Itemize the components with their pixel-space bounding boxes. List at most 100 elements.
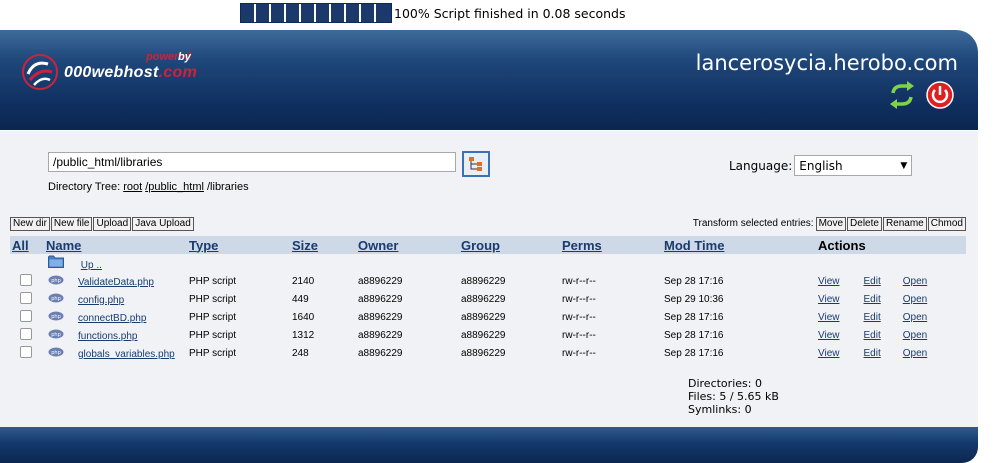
move-button[interactable]: Move — [815, 217, 847, 231]
progress-bar — [240, 3, 392, 23]
view-link[interactable]: View — [818, 294, 840, 305]
progress-text: 100% Script finished in 0.08 seconds — [394, 5, 626, 21]
new-file-button[interactable]: New file — [50, 217, 93, 231]
edit-link[interactable]: Edit — [864, 312, 881, 323]
power-icon[interactable] — [926, 81, 954, 109]
progress-block — [241, 4, 256, 22]
summary-files: Files: 5 / 5.65 kB — [688, 390, 779, 403]
row-checkbox[interactable] — [20, 327, 32, 340]
file-name-link[interactable]: connectBD.php — [78, 313, 146, 324]
logo-brand-suffix: .com — [158, 64, 198, 81]
file-type: PHP script — [189, 275, 237, 287]
language-label: Language: — [729, 158, 793, 173]
file-table: All Name Type Size Owner Group Perms Mod… — [10, 236, 966, 362]
path-input[interactable] — [48, 152, 456, 172]
open-link[interactable]: Open — [903, 348, 927, 359]
progress-block — [256, 4, 271, 22]
row-checkbox[interactable] — [20, 345, 32, 358]
header-name[interactable]: Name — [46, 238, 81, 253]
host-title: lancerosycia.herobo.com — [695, 51, 958, 75]
crumb-libraries: /libraries — [207, 181, 249, 193]
header-group[interactable]: Group — [461, 238, 500, 253]
edit-link[interactable]: Edit — [864, 294, 881, 305]
progress-indicator: 100% Script finished in 0.08 seconds — [240, 3, 626, 23]
file-type: PHP script — [189, 293, 237, 305]
logo-swirl-icon — [22, 54, 58, 90]
edit-link[interactable]: Edit — [864, 330, 881, 341]
progress-block — [286, 4, 301, 22]
language-select[interactable]: English ▼ — [794, 155, 913, 176]
file-name-link[interactable]: functions.php — [78, 331, 138, 342]
progress-block — [331, 4, 346, 22]
file-manager-panel: Directory Tree: root /public_html /libra… — [0, 131, 978, 427]
progress-block — [376, 4, 391, 22]
file-owner: a8896229 — [358, 329, 403, 341]
logo[interactable]: powered by 000webhost.com — [20, 51, 230, 92]
logo-brand-main: 000webhost — [64, 64, 159, 81]
dropdown-arrow-icon: ▼ — [900, 160, 908, 171]
directory-tree-button[interactable] — [462, 151, 490, 177]
file-size: 449 — [292, 293, 309, 305]
file-perms: rw-r--r-- — [562, 275, 596, 287]
file-size: 1312 — [292, 329, 315, 341]
new-dir-button[interactable]: New dir — [10, 217, 50, 231]
toolbar: New dir New file Upload Java Upload Transfo… — [10, 217, 966, 233]
svg-text:php: php — [51, 350, 61, 356]
header-type[interactable]: Type — [189, 238, 218, 253]
svg-text:php: php — [51, 278, 61, 284]
crumb-root[interactable]: root — [123, 181, 142, 193]
java-upload-button[interactable]: Java Upload — [132, 217, 194, 231]
rename-button[interactable]: Rename — [882, 217, 927, 231]
view-link[interactable]: View — [818, 330, 840, 341]
open-link[interactable]: Open — [903, 276, 927, 287]
refresh-icon[interactable] — [888, 81, 916, 109]
php-file-icon: php — [48, 329, 64, 338]
logo-by-text: by — [178, 51, 191, 63]
upload-button[interactable]: Upload — [93, 217, 132, 231]
file-owner: a8896229 — [358, 311, 403, 323]
file-name-link[interactable]: globals_variables.php — [78, 349, 175, 360]
progress-block — [316, 4, 331, 22]
open-link[interactable]: Open — [903, 330, 927, 341]
open-link[interactable]: Open — [903, 294, 927, 305]
row-checkbox[interactable] — [20, 309, 32, 322]
file-size: 2140 — [292, 275, 315, 287]
row-checkbox[interactable] — [20, 273, 32, 286]
file-mod-time: Sep 28 17:16 — [664, 311, 724, 323]
summary-symlinks: Symlinks: 0 — [688, 403, 752, 416]
header-size[interactable]: Size — [292, 238, 318, 253]
edit-link[interactable]: Edit — [864, 276, 881, 287]
header-mod-time[interactable]: Mod Time — [664, 238, 724, 253]
file-name-link[interactable]: config.php — [78, 295, 124, 306]
table-row: php config.php PHP script 449 a8896229 a88962… — [10, 290, 966, 308]
table-row: php connectBD.php PHP script 1640 a8896229 a8… — [10, 308, 966, 326]
row-checkbox[interactable] — [20, 291, 32, 304]
view-link[interactable]: View — [818, 348, 840, 359]
file-perms: rw-r--r-- — [562, 311, 596, 323]
header-perms[interactable]: Perms — [562, 238, 602, 253]
view-link[interactable]: View — [818, 312, 840, 323]
up-row: Up .. — [10, 254, 966, 272]
file-mod-time: Sep 29 10:36 — [664, 293, 724, 305]
view-link[interactable]: View — [818, 276, 840, 287]
file-owner: a8896229 — [358, 347, 403, 359]
file-group: a8896229 — [461, 311, 506, 323]
summary-directories: Directories: 0 — [688, 377, 762, 390]
svg-text:php: php — [51, 332, 61, 338]
header-all[interactable]: All — [12, 238, 29, 253]
file-type: PHP script — [189, 329, 237, 341]
chmod-button[interactable]: Chmod — [927, 217, 966, 231]
table-row: php functions.php PHP script 1312 a8896229 a8… — [10, 326, 966, 344]
progress-block — [346, 4, 361, 22]
folder-icon[interactable] — [48, 255, 64, 268]
php-file-icon: php — [48, 275, 64, 284]
progress-block — [271, 4, 286, 22]
crumb-public-html[interactable]: /public_html — [145, 181, 204, 193]
delete-button[interactable]: Delete — [847, 217, 882, 231]
open-link[interactable]: Open — [903, 312, 927, 323]
header-owner[interactable]: Owner — [358, 238, 398, 253]
header-banner: powered by 000webhost.com lancerosycia.h… — [0, 30, 978, 130]
file-name-link[interactable]: ValidateData.php — [78, 277, 154, 288]
up-link[interactable]: Up .. — [81, 260, 102, 271]
edit-link[interactable]: Edit — [864, 348, 881, 359]
